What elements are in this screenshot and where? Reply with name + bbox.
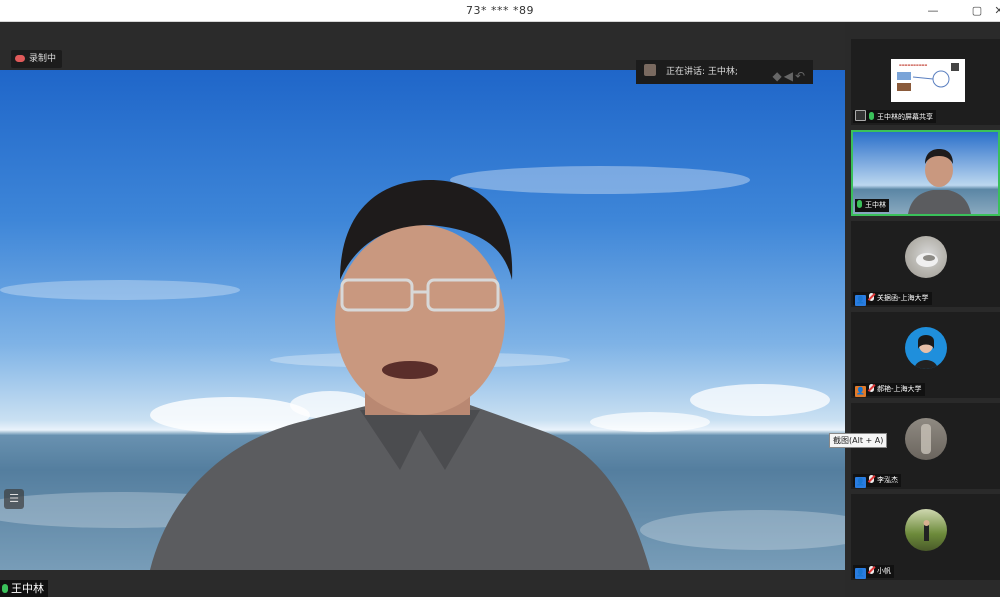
mic-muted-icon [869, 293, 874, 301]
mic-muted-icon [869, 566, 874, 574]
tile-label: 👤 郝艳-上海大学 [853, 383, 925, 397]
speaker-nav-icons[interactable]: ◆◀↶ [772, 64, 807, 88]
svg-text:▬▬▬▬▬▬▬▬▬▬: ▬▬▬▬▬▬▬▬▬▬ [899, 63, 928, 67]
screen-share-icon [855, 110, 866, 121]
mic-on-icon [857, 200, 862, 208]
avatar [905, 418, 947, 460]
cloud-record-icon [15, 55, 25, 62]
mic-on-icon [869, 112, 874, 120]
tile-label: 王中林 [855, 199, 889, 212]
participant-tile[interactable]: 👤 关据函-上海大学 [851, 221, 1000, 307]
meeting-window: 73* *** *89 — ▢ ✕ 录制中 正在讲话: 王中林; ◆◀↶ ☰ 王… [0, 0, 1000, 597]
speaker-avatar-icon [644, 64, 656, 76]
user-icon: 👤 [855, 295, 866, 306]
user-icon: 👤 [855, 386, 866, 397]
title-bar: 73* *** *89 — ▢ ✕ [0, 0, 1000, 22]
avatar-image [914, 335, 938, 369]
participant-tile-active[interactable]: 王中林 [851, 130, 1000, 216]
tile-label: 王中林的屏幕共享 [853, 110, 936, 123]
minimize-button[interactable]: — [922, 2, 944, 20]
active-speaker-bar: 正在讲话: 王中林; ◆◀↶ [636, 60, 813, 84]
speaker-name: 王中林 [11, 582, 44, 595]
user-icon: 👤 [855, 477, 866, 488]
screenshot-tooltip: 截图(Alt + A) [829, 433, 888, 448]
main-video-area: 录制中 正在讲话: 王中林; ◆◀↶ ☰ 王中林 [0, 22, 845, 597]
list-toggle-icon[interactable]: ☰ [4, 489, 24, 509]
mic-muted-icon [869, 384, 874, 392]
participant-tile[interactable]: 👤 郝艳-上海大学 [851, 312, 1000, 398]
participant-panel: ▬▬▬▬▬▬▬▬▬▬ 王中林的屏幕共享 王中林 👤 关据函-上海大学 👤 郝艳-… [845, 22, 1000, 597]
tile-label: 👤 小帆 [853, 565, 894, 579]
avatar-image [916, 253, 938, 267]
speaker-video-frame [0, 166, 845, 570]
mic-on-icon [2, 584, 8, 593]
speaker-name-tag: 王中林 [0, 580, 48, 597]
recording-badge[interactable]: 录制中 [11, 50, 63, 68]
avatar-image [921, 424, 931, 454]
tile-label: 👤 李泓杰 [853, 474, 901, 488]
speaker-video[interactable] [0, 70, 845, 570]
user-icon: 👤 [855, 568, 866, 579]
window-title: 73* *** *89 [466, 4, 534, 17]
avatar [905, 327, 947, 369]
participant-tile[interactable]: 👤 小帆 [851, 494, 1000, 580]
maximize-button[interactable]: ▢ [966, 2, 988, 20]
recording-label: 录制中 [29, 54, 57, 64]
mic-muted-icon [869, 475, 874, 483]
avatar-image [923, 520, 930, 541]
close-button[interactable]: ✕ [988, 2, 1000, 20]
avatar [905, 509, 947, 551]
participant-tile[interactable]: ▬▬▬▬▬▬▬▬▬▬ 王中林的屏幕共享 [851, 39, 1000, 125]
speaking-label: 正在讲话: 王中林; [666, 67, 738, 77]
avatar [905, 236, 947, 278]
tile-label: 👤 关据函-上海大学 [853, 292, 932, 306]
